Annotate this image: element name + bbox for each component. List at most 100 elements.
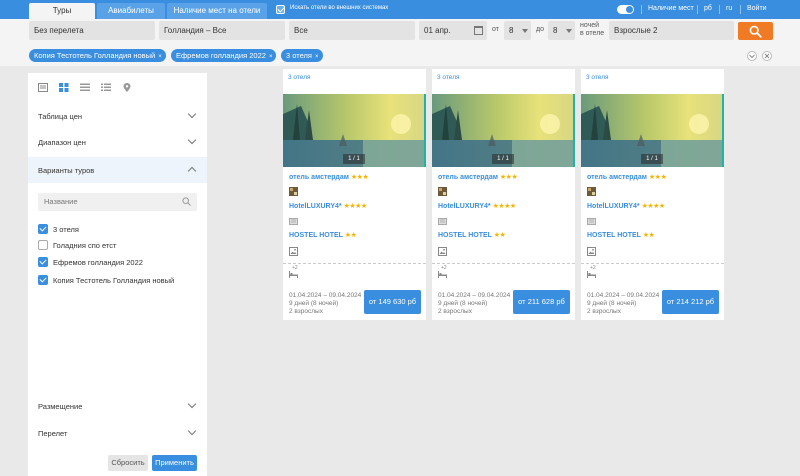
variant-name-search-input[interactable]: Название xyxy=(38,193,197,211)
price-button[interactable]: от 149 630 рб xyxy=(364,290,421,314)
date-input[interactable]: 01 апр. xyxy=(419,21,487,40)
destination-select[interactable]: Голландия – Все xyxy=(159,21,285,40)
hotel-photo[interactable]: 1 / 1 xyxy=(581,94,724,167)
external-hotels-label: Искать отели во внешних системах xyxy=(290,5,389,11)
login-link[interactable]: Войти xyxy=(747,5,767,12)
hotel-thumbnail-icon[interactable] xyxy=(289,187,298,196)
tourists-value: Взрослые 2 xyxy=(614,26,658,35)
chevron-down-icon xyxy=(187,135,197,145)
variant-checkbox[interactable] xyxy=(38,224,48,234)
close-icon xyxy=(764,53,770,59)
tab-flights[interactable]: Авиабилеты xyxy=(97,3,165,19)
hotel-stars: ★★★★ xyxy=(343,203,368,210)
variant-checkbox[interactable] xyxy=(38,275,48,285)
price-range-section[interactable]: Диапазон цен xyxy=(28,129,207,155)
hotel-name: HOSTEL HOTEL xyxy=(587,232,641,239)
tour-card[interactable]: 3 отеля 1 / 1 отель амстердам ★★★ HotelL… xyxy=(581,69,724,320)
variant-checkbox[interactable] xyxy=(38,240,48,250)
grid-view-icon[interactable] xyxy=(59,83,69,92)
variant-checkbox[interactable] xyxy=(38,257,48,267)
flight-select-value: Без перелета xyxy=(34,26,84,35)
list-view-icon[interactable] xyxy=(101,83,111,92)
calendar-icon[interactable] xyxy=(474,26,483,35)
chevron-down-icon xyxy=(187,426,197,436)
hotel-thumbnail-icon[interactable] xyxy=(438,187,447,196)
hotel-link[interactable]: HotelLUXURY4* ★★★★ xyxy=(587,202,665,210)
close-icon[interactable]: × xyxy=(158,54,162,60)
price-button[interactable]: от 214 212 рб xyxy=(662,290,719,314)
hotel-link[interactable]: HotelLUXURY4* ★★★★ xyxy=(289,202,367,210)
availability-toggle[interactable] xyxy=(617,5,634,14)
bed-icon xyxy=(438,271,447,278)
search-icon xyxy=(749,25,762,38)
hotel-name: отель амстердам xyxy=(438,174,498,181)
divider xyxy=(697,5,698,14)
nights-to-select[interactable]: 8 xyxy=(548,21,575,40)
region-select[interactable]: Все xyxy=(289,21,415,40)
flight-select[interactable]: Без перелета xyxy=(29,21,155,40)
hotel-link[interactable]: HOSTEL HOTEL ★★ xyxy=(587,231,655,239)
bed-icon xyxy=(587,271,596,278)
filter-chip[interactable]: Ефремов голландия 2022 × xyxy=(171,49,277,62)
hotel-stars: ★★ xyxy=(344,232,357,239)
currency-selector[interactable]: рб xyxy=(704,5,712,12)
nights-from-select[interactable]: 8 xyxy=(504,21,531,40)
availability-link[interactable]: Наличие мест xyxy=(648,5,694,12)
variant-label: Ефремов голландия 2022 xyxy=(53,258,143,267)
map-pin-icon[interactable] xyxy=(122,83,132,92)
divider xyxy=(719,5,720,14)
tourists-select[interactable]: Взрослые 2 xyxy=(609,21,734,40)
tour-dates: 01.04.2024 – 09.04.2024 xyxy=(587,292,660,299)
divider xyxy=(283,263,426,264)
hotel-name: отель амстердам xyxy=(587,174,647,181)
price-button[interactable]: от 211 628 рб xyxy=(513,290,570,314)
filters-sidebar: Таблица цен Диапазон цен Варианты туров … xyxy=(28,73,207,476)
hotel-link[interactable]: отель амстердам ★★★ xyxy=(587,173,667,181)
reset-button[interactable]: Сбросить xyxy=(108,455,148,471)
apply-button[interactable]: Применить xyxy=(152,455,197,471)
compact-list-view-icon[interactable] xyxy=(80,83,90,92)
tab-hotel-availability[interactable]: Наличие мест на отели xyxy=(167,3,267,19)
close-icon[interactable]: × xyxy=(269,54,273,60)
hotel-link[interactable]: отель амстердам ★★★ xyxy=(289,173,369,181)
hotel-count: 3 отеля xyxy=(288,74,311,81)
close-icon[interactable]: × xyxy=(315,54,319,60)
accommodation-section[interactable]: Размещение xyxy=(28,393,207,419)
image-placeholder-icon xyxy=(289,218,298,225)
tour-variants-title: Варианты туров xyxy=(38,166,95,175)
filter-chip[interactable]: Копия Тестотель Голландия новый × xyxy=(29,49,166,62)
hotel-photo[interactable]: 1 / 1 xyxy=(283,94,426,167)
hotel-photo[interactable]: 1 / 1 xyxy=(432,94,575,167)
hotel-link[interactable]: HOSTEL HOTEL ★★ xyxy=(289,231,357,239)
variant-label: Копия Тестотель Голландия новый xyxy=(53,276,175,285)
external-hotels-checkbox[interactable] xyxy=(276,5,285,14)
image-placeholder-icon xyxy=(438,218,447,225)
flight-section[interactable]: Перелет xyxy=(28,420,207,446)
bed-icon xyxy=(289,271,298,278)
hotel-link[interactable]: отель амстердам ★★★ xyxy=(438,173,518,181)
tab-tours[interactable]: Туры xyxy=(29,3,95,19)
filter-chip[interactable]: 3 отеля × xyxy=(281,49,323,62)
hotel-name: HOSTEL HOTEL xyxy=(438,232,492,239)
chevron-up-icon xyxy=(187,166,197,176)
hotel-name: HotelLUXURY4* xyxy=(289,203,342,210)
search-button[interactable] xyxy=(738,22,773,40)
price-table-section[interactable]: Таблица цен xyxy=(28,103,207,129)
hotel-link[interactable]: HOSTEL HOTEL ★★ xyxy=(438,231,506,239)
expand-filters-button[interactable] xyxy=(747,51,757,61)
hotel-link[interactable]: HotelLUXURY4* ★★★★ xyxy=(438,202,516,210)
language-selector[interactable]: ru xyxy=(726,5,732,12)
table-view-icon[interactable] xyxy=(38,83,48,92)
tour-dates: 01.04.2024 – 09.04.2024 xyxy=(289,292,362,299)
tour-card[interactable]: 3 отеля 1 / 1 отель амстердам ★★★ HotelL… xyxy=(432,69,575,320)
photo-pager: 1 / 1 xyxy=(641,154,663,164)
clear-filters-button[interactable] xyxy=(762,51,772,61)
hotel-thumbnail-icon[interactable] xyxy=(587,187,596,196)
hotel-name: отель амстердам xyxy=(289,174,349,181)
flight-title: Перелет xyxy=(38,429,68,438)
tour-variants-section[interactable]: Варианты туров xyxy=(28,157,207,183)
nights-from-value: 8 xyxy=(509,26,514,35)
nights-to-label: до xyxy=(536,26,544,33)
tour-card[interactable]: 3 отеля 1 / 1 отель амстердам ★★★ HotelL… xyxy=(283,69,426,320)
selected-filters: Копия Тестотель Голландия новый × Ефремов… xyxy=(0,44,800,66)
